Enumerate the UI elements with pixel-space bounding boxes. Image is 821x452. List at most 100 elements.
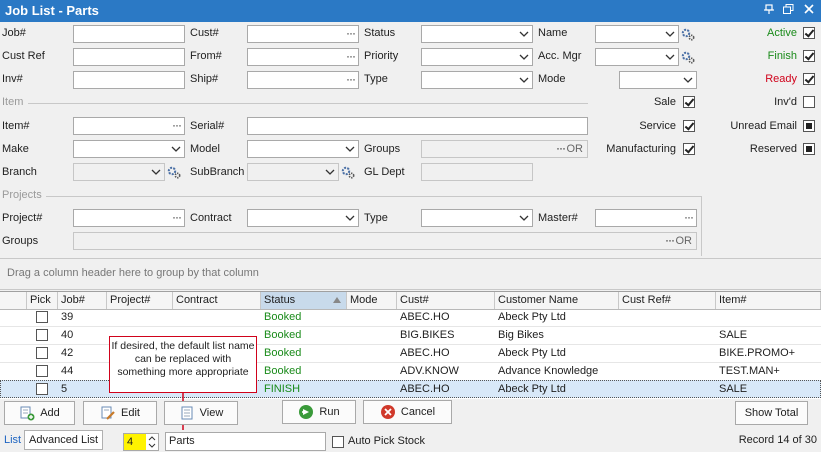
custref-label: Cust Ref [2, 50, 45, 62]
edit-button[interactable]: Edit [83, 401, 157, 425]
branch-select[interactable] [73, 163, 165, 181]
accmgr-label: Acc. Mgr [538, 50, 582, 62]
from-lookup-button[interactable]: ··· [346, 49, 356, 63]
tab-list[interactable]: List [4, 434, 21, 446]
master-input[interactable]: ··· [595, 209, 697, 227]
item-lookup-button[interactable]: ··· [172, 118, 182, 132]
active-checkbox[interactable] [803, 27, 815, 39]
show-total-button[interactable]: Show Total [735, 401, 808, 425]
manufacturing-checkbox[interactable] [683, 143, 695, 155]
chevron-down-icon [665, 31, 675, 37]
project-label: Project# [2, 212, 43, 224]
project-input[interactable]: ··· [73, 209, 185, 227]
project-type-select[interactable] [421, 209, 533, 227]
run-button[interactable]: Run [282, 400, 356, 424]
list-number-value[interactable]: 4 [124, 434, 146, 450]
groups-lookup-button[interactable]: ··· [556, 141, 566, 155]
view-button[interactable]: View [164, 401, 238, 425]
invd-checkbox[interactable] [803, 96, 815, 108]
gear-icon[interactable] [681, 50, 695, 64]
job-input[interactable] [73, 25, 185, 43]
tab-advanced-list[interactable]: Advanced List [24, 430, 104, 450]
inv-input[interactable] [73, 71, 185, 89]
pick-checkbox[interactable] [36, 365, 48, 377]
item-input[interactable]: ··· [73, 117, 185, 135]
priority-select[interactable] [421, 48, 533, 66]
make-select[interactable] [73, 140, 185, 158]
subbranch-select[interactable] [247, 163, 339, 181]
contract-select[interactable] [247, 209, 359, 227]
auto-pick-stock-checkbox[interactable] [332, 436, 344, 448]
status-select[interactable] [421, 25, 533, 43]
chevron-down-icon [519, 54, 529, 60]
stepper-arrows-icon[interactable] [148, 435, 156, 449]
list-name-input[interactable]: Parts [165, 432, 326, 451]
column-header-mode[interactable]: Mode [347, 292, 397, 309]
pick-checkbox[interactable] [36, 329, 48, 341]
project-lookup-button[interactable]: ··· [172, 210, 182, 224]
gldept-input[interactable] [421, 163, 533, 181]
list-number-stepper[interactable]: 4 [123, 433, 159, 451]
pick-checkbox[interactable] [36, 383, 48, 395]
column-header-project[interactable]: Project# [107, 292, 173, 309]
sale-label: Sale [653, 96, 676, 108]
model-label: Model [190, 143, 220, 155]
customer-name-cell: Abeck Pty Ltd [498, 383, 566, 395]
accmgr-select[interactable] [595, 48, 679, 66]
column-header-customer-name[interactable]: Customer Name [495, 292, 619, 309]
column-header-cust[interactable]: Cust# [397, 292, 495, 309]
status-label: Status [364, 27, 396, 39]
column-header-item[interactable]: Item# [716, 292, 821, 309]
restore-icon[interactable] [780, 3, 796, 19]
item-cell: BIKE.PROMO+ [719, 347, 796, 359]
project-groups-or-toggle[interactable]: OR [676, 235, 693, 247]
sale-checkbox[interactable] [683, 96, 695, 108]
project-type-label: Type [364, 212, 388, 224]
group-by-panel[interactable]: Drag a column header here to group by th… [0, 258, 821, 290]
cust-lookup-button[interactable]: ··· [346, 26, 356, 40]
groups-or-toggle[interactable]: OR [567, 143, 584, 155]
type-label: Type [364, 73, 388, 85]
gear-icon[interactable] [341, 165, 355, 179]
column-header-status[interactable]: Status [261, 292, 347, 309]
add-button[interactable]: Add [4, 401, 75, 425]
project-groups-lookup-button[interactable]: ··· [665, 233, 675, 247]
close-icon[interactable] [801, 3, 817, 19]
gear-icon[interactable] [167, 165, 181, 179]
run-arrow-icon [299, 405, 314, 419]
unread-email-checkbox[interactable] [803, 120, 815, 132]
finish-checkbox[interactable] [803, 50, 815, 62]
model-select[interactable] [247, 140, 359, 158]
ship-input[interactable]: ··· [247, 71, 359, 89]
ready-checkbox[interactable] [803, 73, 815, 85]
cancel-button[interactable]: Cancel [363, 400, 452, 424]
groups-input[interactable]: ··· OR [421, 140, 588, 158]
pick-checkbox[interactable] [36, 347, 48, 359]
mode-select[interactable] [619, 71, 697, 89]
cust-input[interactable]: ··· [247, 25, 359, 43]
pin-icon[interactable] [761, 3, 777, 19]
reserved-checkbox[interactable] [803, 143, 815, 155]
gear-icon[interactable] [681, 27, 695, 41]
cust-cell: ABEC.HO [400, 347, 450, 359]
project-groups-input[interactable]: ··· OR [73, 232, 697, 250]
service-label: Service [639, 120, 676, 132]
column-header-job[interactable]: Job# [58, 292, 107, 309]
job-cell: 42 [61, 347, 74, 359]
column-header-pick[interactable]: Pick [27, 292, 58, 309]
ship-lookup-button[interactable]: ··· [346, 72, 356, 86]
column-header-contract[interactable]: Contract [173, 292, 261, 309]
edit-document-icon [101, 406, 115, 420]
serial-input[interactable] [247, 117, 588, 135]
job-label: Job# [2, 27, 26, 39]
table-row[interactable]: 39 Booked ABEC.HO Abeck Pty Ltd [0, 309, 821, 327]
type-select[interactable] [421, 71, 533, 89]
service-checkbox[interactable] [683, 120, 695, 132]
master-lookup-button[interactable]: ··· [684, 210, 694, 224]
name-select[interactable] [595, 25, 679, 43]
column-header-custref[interactable]: Cust Ref# [619, 292, 716, 309]
custref-input[interactable] [73, 48, 185, 66]
from-input[interactable]: ··· [247, 48, 359, 66]
pick-checkbox[interactable] [36, 311, 48, 323]
item-cell [716, 309, 719, 327]
